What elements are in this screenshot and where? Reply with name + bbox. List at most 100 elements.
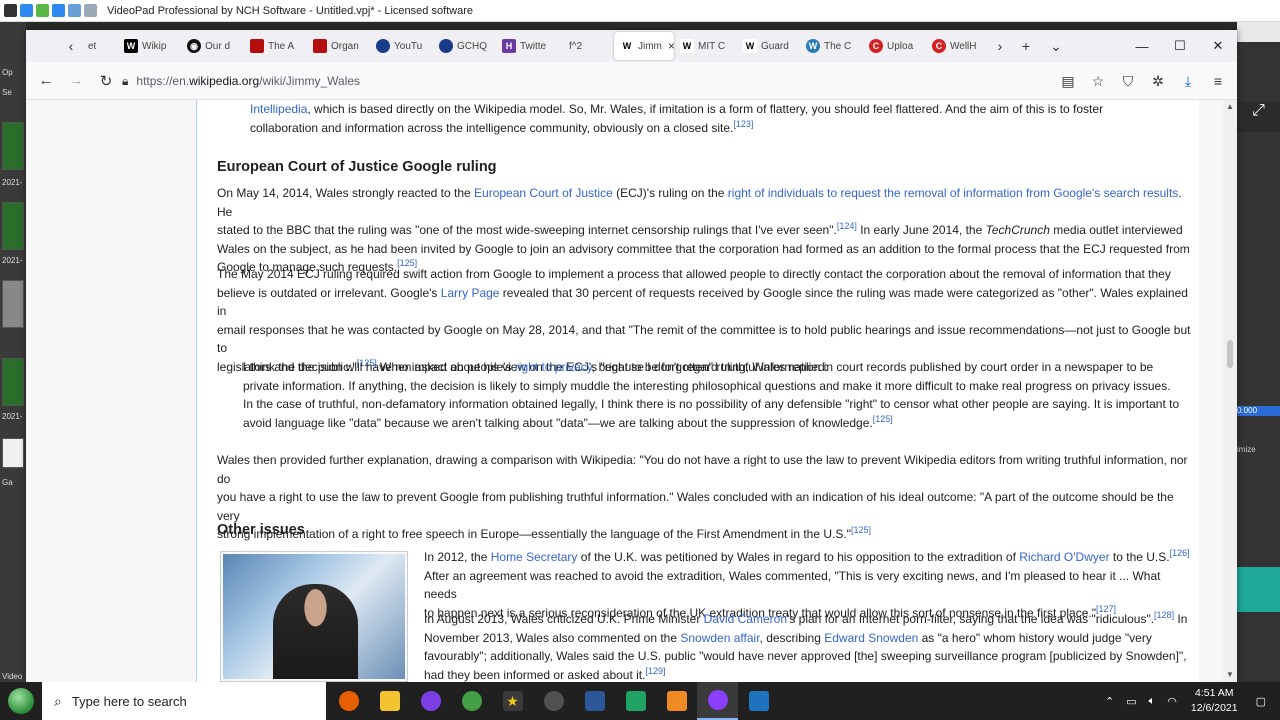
citation[interactable]: [129] [645,666,665,676]
clock[interactable]: 4:51 AM 12/6/2021 [1191,686,1238,716]
citation[interactable]: [123] [733,119,753,129]
link-right-to-privacy[interactable]: right to privacy [515,360,592,374]
page-scrollbar[interactable]: ▲ ▼ [1223,100,1237,682]
app-taskbar-icon-active[interactable] [697,682,738,720]
url-bar[interactable]: 🔒︎ https://en.wikipedia.org/wiki/Jimmy_W… [122,67,1057,95]
forward-button[interactable]: → [61,66,91,96]
tab[interactable]: C WellH [926,30,989,62]
scroll-up-icon[interactable]: ▲ [1225,102,1235,112]
clock-date: 12/6/2021 [1190,702,1238,714]
link-richard-odwyer[interactable]: Richard O'Dwyer [1019,550,1109,564]
clip-thumbnail[interactable] [2,122,24,170]
tab[interactable]: et [82,30,118,62]
new-icon[interactable] [36,4,49,17]
tab[interactable]: C Uploa [863,30,926,62]
maximize-button[interactable]: ☐ [1161,30,1199,62]
site-icon: H [502,39,516,53]
reader-view-icon[interactable]: ▤ [1053,66,1083,96]
bookmark-star-icon[interactable]: ☆ [1083,66,1113,96]
citation[interactable]: [126] [1170,548,1190,558]
clip-thumbnail[interactable] [2,358,24,406]
clip-thumbnail[interactable] [2,202,24,250]
link-edward-snowden[interactable]: Edward Snowden [824,631,918,645]
menu-icon[interactable]: ≡ [1203,66,1233,96]
new-tab-button[interactable]: + [1011,30,1041,62]
wikipedia-icon: W [680,39,694,53]
text: avoid language like "data" because we ar… [243,415,873,430]
link-snowden-affair[interactable]: Snowden affair [680,631,759,645]
tab[interactable]: GCHQ [433,30,496,62]
taskbar-search-box[interactable]: ⌕ Type here to search [42,682,326,720]
open-icon[interactable] [52,4,65,17]
app-taskbar-icon[interactable] [451,682,492,720]
text: Wales on the subject, as he had been inv… [217,241,1190,256]
lock-icon[interactable]: 🔒︎ [122,74,128,89]
tab-label: Organ [331,40,359,52]
notifications-icon[interactable]: ▢ [1256,695,1266,708]
citation[interactable]: [125] [851,525,871,535]
app-taskbar-icon[interactable] [656,682,697,720]
tab-active[interactable]: W Jimm × [614,32,674,60]
link-right-to-removal[interactable]: right of individuals to request the remo… [728,186,1179,200]
tab[interactable]: The A [244,30,307,62]
star-app-taskbar-icon[interactable]: ★ [492,682,533,720]
jimmy-wales-photo[interactable] [220,551,408,682]
scroll-tabs-right-button[interactable]: › [989,30,1011,62]
minimize-button[interactable]: — [1123,30,1161,62]
videopad-taskbar-icon[interactable] [738,682,779,720]
file-explorer-taskbar-icon[interactable] [369,682,410,720]
extension-icon[interactable]: ✲ [1143,66,1173,96]
side-label: Op [2,68,13,77]
tab[interactable]: f^2 [559,30,614,62]
tab[interactable]: W The C [800,30,863,62]
tab[interactable]: W Guard [737,30,800,62]
scroll-down-icon[interactable]: ▼ [1225,670,1235,680]
link-david-cameron[interactable]: David Cameron [704,612,787,626]
tab[interactable]: W MIT C [674,30,737,62]
tab[interactable]: H Twitte [496,30,559,62]
url-text[interactable]: https://en.wikipedia.org/wiki/Jimmy_Wale… [136,74,360,88]
clip-thumbnail[interactable] [2,280,24,328]
app-icon[interactable] [4,4,17,17]
obs-taskbar-icon[interactable] [533,682,574,720]
sheets-taskbar-icon[interactable] [615,682,656,720]
citation[interactable]: [128] [1154,610,1174,620]
wifi-icon[interactable]: ◠ [1167,695,1177,708]
site-icon [313,39,327,53]
citation[interactable]: [125] [873,414,893,424]
text: November 2013, Wales also commented on t… [424,630,681,645]
fullscreen-icon[interactable]: ⤢ [1237,102,1280,132]
reload-button[interactable]: ↻ [91,66,121,96]
clip-thumbnail[interactable] [2,438,24,468]
volume-icon[interactable]: 🔈︎ [1149,695,1156,708]
tab[interactable]: YouTu [370,30,433,62]
firefox-taskbar-icon[interactable] [328,682,369,720]
site-icon: ◉ [187,39,201,53]
close-window-button[interactable]: ✕ [1199,30,1237,62]
list-all-tabs-button[interactable]: ⌄ [1041,30,1071,62]
save-icon[interactable] [20,4,33,17]
text: In 2012, the [424,550,491,564]
download-icon[interactable]: ⤓ [1173,66,1203,96]
tab[interactable]: Organ [307,30,370,62]
link-larry-page[interactable]: Larry Page [441,286,500,300]
link-home-secretary[interactable]: Home Secretary [491,550,578,564]
app-taskbar-icon[interactable] [410,682,451,720]
undo-icon[interactable] [68,4,81,17]
word-taskbar-icon[interactable] [574,682,615,720]
redo-icon[interactable] [84,4,97,17]
shield-icon[interactable]: ⛉ [1113,66,1143,96]
back-button[interactable]: ← [31,66,61,96]
chevron-up-icon[interactable]: ⌃ [1105,695,1114,708]
battery-icon[interactable]: ▭ [1126,695,1136,708]
text: The May 2014 ECJ ruling required swift a… [217,267,1171,281]
tab[interactable]: W Wikip [118,30,181,62]
tab[interactable]: ◉ Our d [181,30,244,62]
scrollbar-thumb[interactable] [1227,340,1233,368]
tab-label: Guard [761,40,789,52]
link-ecj[interactable]: European Court of Justice [474,186,613,200]
citation[interactable]: [124] [837,221,857,231]
start-button[interactable] [0,682,42,720]
link-intellipedia[interactable]: Intellipedia [250,102,307,116]
scroll-tabs-left-button[interactable]: ‹ [60,30,82,62]
